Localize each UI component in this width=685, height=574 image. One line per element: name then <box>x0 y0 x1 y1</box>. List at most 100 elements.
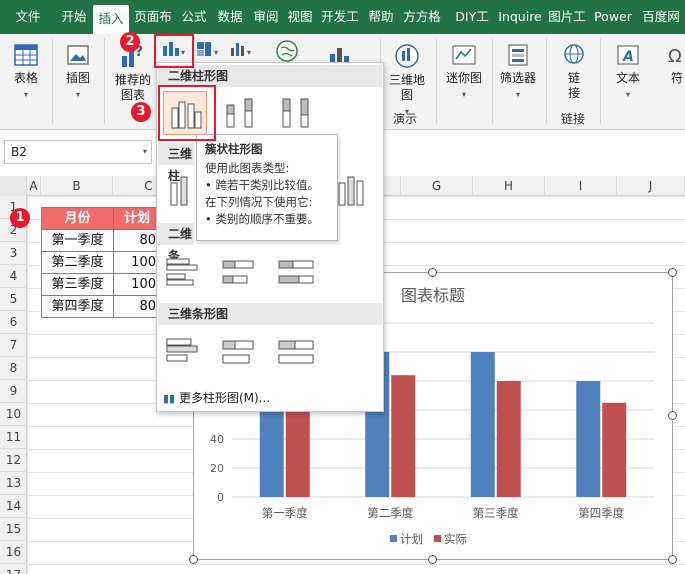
header-cell-month[interactable]: 月份 <box>41 207 114 230</box>
3d-column-option[interactable] <box>333 169 377 213</box>
annotation-box-clustered-column <box>158 85 216 141</box>
table-icon <box>14 44 38 66</box>
3d-100-stacked-bar-option[interactable] <box>275 331 319 375</box>
resize-handle[interactable] <box>428 555 437 564</box>
select-all-corner[interactable] <box>0 176 27 196</box>
tab-diy[interactable]: DIY工 <box>448 0 496 34</box>
column-header-h[interactable]: H <box>473 176 545 196</box>
tooltip-title: 簇状柱形图 <box>205 142 263 156</box>
resize-handle[interactable] <box>189 555 198 564</box>
tab-fangfang[interactable]: 方方格 <box>399 0 445 34</box>
row-header[interactable]: 12 <box>0 449 27 472</box>
tab-view[interactable]: 视图 <box>285 0 315 34</box>
resize-handle[interactable] <box>668 555 677 564</box>
3d-map-button[interactable]: 三维地 图 ▾ <box>386 42 428 119</box>
table-cell-plan[interactable]: 80 <box>113 295 161 318</box>
resize-handle[interactable] <box>668 268 677 277</box>
group-divider <box>492 38 493 124</box>
row-header[interactable]: 14 <box>0 495 27 518</box>
more-column-charts-link[interactable]: ▮▮ 更多柱形图(M)... <box>163 389 270 406</box>
link-button[interactable]: 链 接 <box>554 42 594 101</box>
omega-icon: Ω <box>668 46 682 67</box>
row-header[interactable]: 10 <box>0 403 27 426</box>
tab-formulas[interactable]: 公式 <box>177 0 211 34</box>
header-cell-plan[interactable]: 计划 <box>113 207 161 230</box>
table-cell-plan[interactable]: 80 <box>113 229 161 252</box>
3d-stacked-bar-option[interactable] <box>219 331 263 375</box>
tab-power[interactable]: Power <box>592 0 634 34</box>
tab-baidu[interactable]: 百度网 <box>637 0 685 34</box>
row-header[interactable]: 13 <box>0 472 27 495</box>
3d-clustered-bar-option[interactable] <box>163 331 207 375</box>
link-label-2: 接 <box>567 86 580 100</box>
legend-label: 计划 <box>400 532 423 546</box>
table-cell-quarter[interactable]: 第四季度 <box>41 295 114 318</box>
illustrations-button[interactable]: 插图 ▾ <box>60 42 96 102</box>
row-header[interactable]: 4 <box>0 265 27 288</box>
row-header[interactable]: 8 <box>0 357 27 380</box>
stacked-bar-icon <box>222 260 254 284</box>
text-button[interactable]: A 文本 ▾ <box>608 42 648 102</box>
symbols-button[interactable]: Ω 符 <box>662 42 685 86</box>
clustered-bar-option[interactable] <box>163 251 207 295</box>
resize-handle[interactable] <box>428 268 437 277</box>
tab-help[interactable]: 帮助 <box>365 0 397 34</box>
stacked-column-icon <box>226 98 253 128</box>
table-label: 表格 <box>13 71 38 85</box>
tab-picture-tools[interactable]: 图片工 <box>544 0 590 34</box>
sparklines-label: 迷你图 <box>445 71 482 85</box>
name-box-value: B2 <box>11 145 27 159</box>
clustered-bar-icon <box>166 258 198 286</box>
tab-developer[interactable]: 开发工 <box>317 0 363 34</box>
table-cell-plan[interactable]: 100 <box>113 251 161 274</box>
statistic-chart-dropdown[interactable]: ▾ <box>228 38 256 60</box>
row-header[interactable]: 16 <box>0 541 27 564</box>
section-2d-column: 二维柱形图 <box>158 65 382 87</box>
tab-data[interactable]: 数据 <box>213 0 247 34</box>
table-cell-plan[interactable]: 100 <box>113 273 161 296</box>
annotation-box-column-button <box>154 34 194 68</box>
row-header[interactable]: 3 <box>0 242 27 265</box>
resize-handle[interactable] <box>668 411 677 420</box>
sparklines-button[interactable]: 迷你图 ▾ <box>444 42 484 102</box>
tab-inquire[interactable]: Inquire <box>498 0 542 34</box>
tab-insert[interactable]: 插入 <box>93 5 129 34</box>
100-stacked-column-option[interactable] <box>275 91 319 135</box>
table-cell-quarter[interactable]: 第三季度 <box>41 273 114 296</box>
row-header[interactable]: 17 <box>0 564 27 574</box>
link-globe-icon <box>564 44 584 64</box>
filters-button[interactable]: 筛选器 ▾ <box>498 42 538 102</box>
column-header-b[interactable]: B <box>41 176 113 196</box>
table-button[interactable]: 表格 ▾ <box>8 42 44 102</box>
column-header-j[interactable]: J <box>617 176 685 196</box>
section-3d-bar: 三维条形图 <box>158 303 382 325</box>
ribbon-tab-bar: 文件 开始 插入 页面布 公式 数据 审阅 视图 开发工 帮助 方方格 DIY工… <box>0 0 685 34</box>
svg-text:A: A <box>622 49 634 65</box>
table-cell-quarter[interactable]: 第二季度 <box>41 251 114 274</box>
row-header[interactable]: 11 <box>0 426 27 449</box>
step-badge-3: 3 <box>131 102 151 122</box>
chart-type-tooltip: 簇状柱形图 使用此图表类型: • 跨若干类别比较值。 在下列情况下使用它: • … <box>196 134 338 241</box>
tab-review[interactable]: 审阅 <box>249 0 283 34</box>
row-header[interactable]: 6 <box>0 311 27 334</box>
percent-stacked-bar-icon <box>278 260 314 284</box>
text-label: 文本 <box>615 71 640 85</box>
3d-map-label-2: 图 <box>400 88 413 102</box>
tab-file[interactable]: 文件 <box>4 0 52 34</box>
tab-page-layout[interactable]: 页面布 <box>131 0 175 34</box>
stacked-bar-option[interactable] <box>219 251 263 295</box>
column-header-g[interactable]: G <box>401 176 473 196</box>
row-header[interactable]: 7 <box>0 334 27 357</box>
maps-button[interactable] <box>274 38 300 64</box>
column-header-i[interactable]: I <box>545 176 617 196</box>
row-header[interactable]: 5 <box>0 288 27 311</box>
row-header[interactable]: 15 <box>0 518 27 541</box>
100-stacked-bar-option[interactable] <box>275 251 319 295</box>
name-box[interactable]: B2 ▾ <box>4 140 152 164</box>
column-header-a[interactable]: A <box>27 176 41 196</box>
bar-chart-dropdown[interactable]: ▾ <box>194 38 222 60</box>
table-cell-quarter[interactable]: 第一季度 <box>41 229 114 252</box>
row-header[interactable]: 9 <box>0 380 27 403</box>
stacked-column-option[interactable] <box>219 91 263 135</box>
tab-home[interactable]: 开始 <box>56 0 92 34</box>
